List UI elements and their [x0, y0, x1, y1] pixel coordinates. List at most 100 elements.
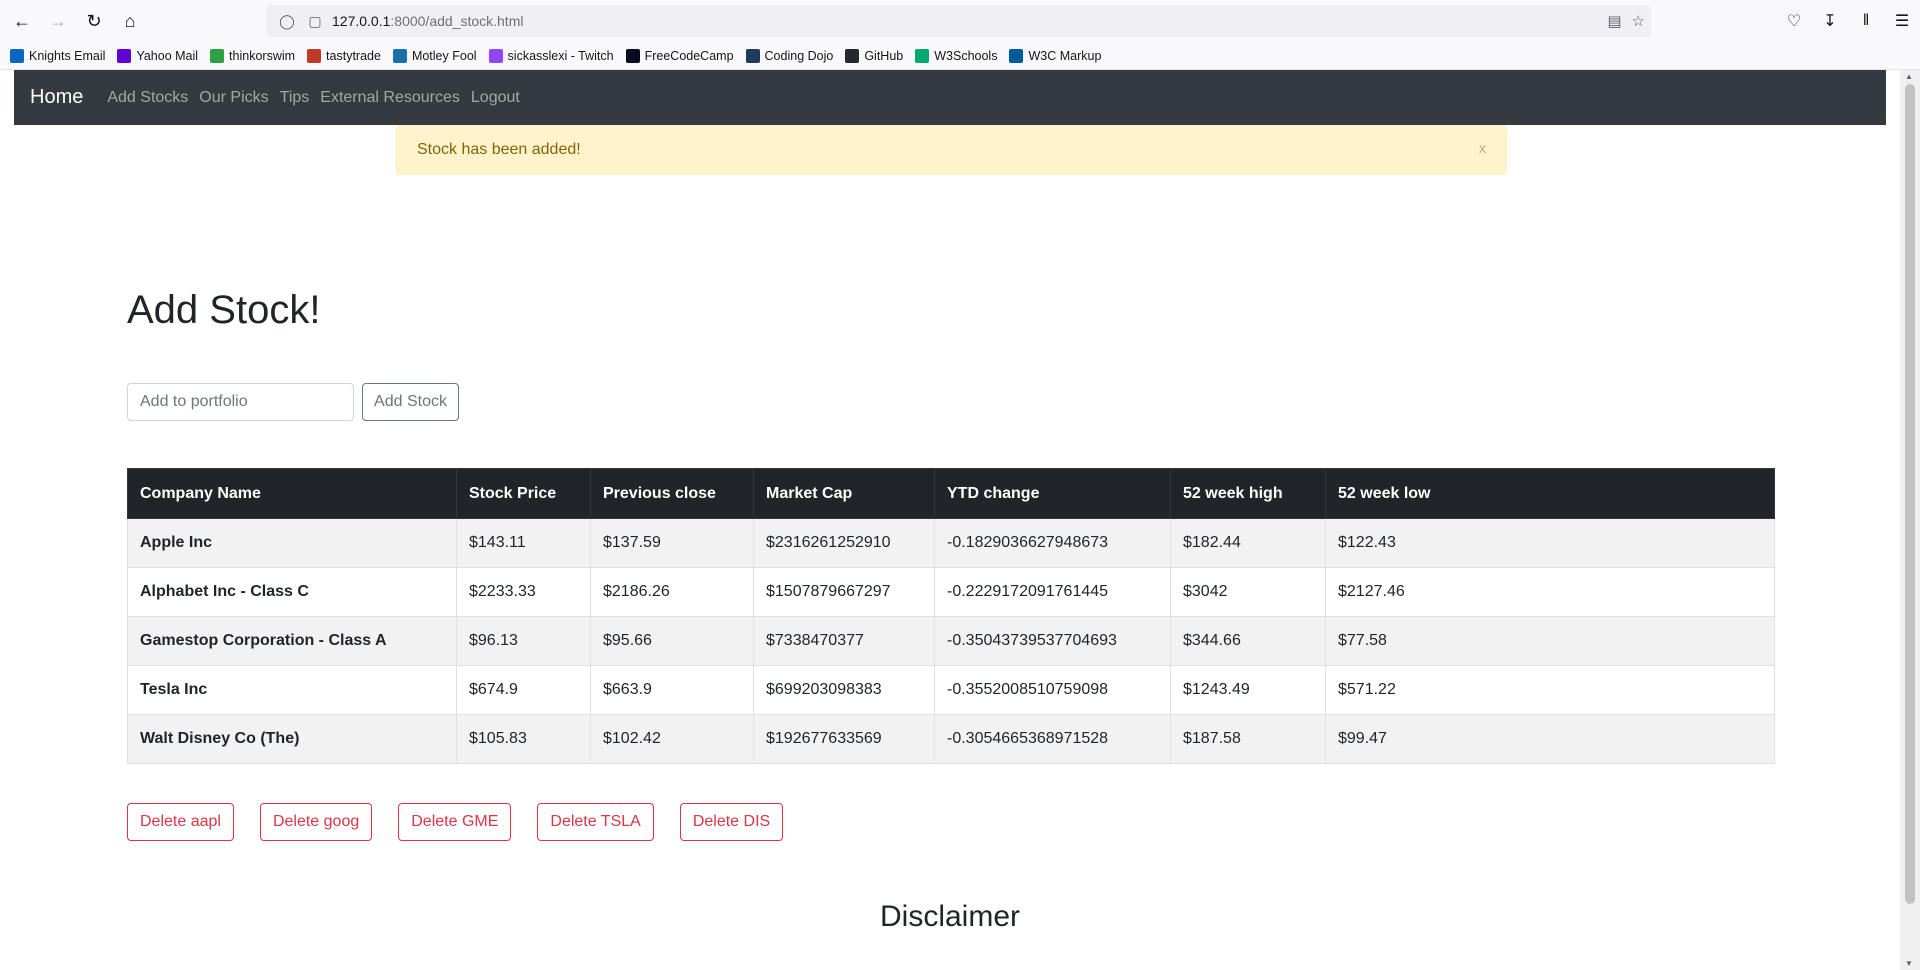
nav-link-logout[interactable]: Logout — [471, 89, 520, 107]
header-52-week-high: 52 week high — [1170, 468, 1326, 519]
header-company-name: Company Name — [127, 468, 457, 519]
bookmark-item[interactable]: thinkorswim — [210, 48, 296, 63]
page-title: Add Stock! — [127, 288, 321, 332]
alert-close-button[interactable]: x — [1479, 140, 1486, 156]
delete-gme-button[interactable]: Delete GME — [398, 803, 512, 841]
table-row: Tesla Inc $674.9 $663.9 $699203098383 -0… — [127, 665, 1775, 715]
scroll-up-icon[interactable]: ▲ — [1905, 72, 1913, 81]
cell-market-cap: $1507879667297 — [753, 567, 935, 617]
home-icon[interactable]: ⌂ — [112, 3, 148, 39]
bookmark-favicon-icon — [307, 48, 322, 63]
bookmark-item[interactable]: Yahoo Mail — [117, 48, 199, 63]
cell-52-high: $1243.49 — [1170, 665, 1326, 715]
navbar-brand-home[interactable]: Home — [30, 86, 83, 109]
page-icon[interactable]: ▢ — [304, 10, 326, 32]
cell-52-high: $3042 — [1170, 567, 1326, 617]
bookmark-item[interactable]: W3Schools — [915, 48, 997, 63]
cell-52-high: $187.58 — [1170, 714, 1326, 764]
cell-price: $143.11 — [456, 518, 591, 568]
bookmark-item[interactable]: tastytrade — [307, 48, 381, 63]
bookmark-label: Motley Fool — [411, 48, 477, 63]
bookmark-favicon-icon — [745, 48, 760, 63]
browser-toolbar: ← → ↻ ⌂ ◯ ▢ 127.0.0.1:8000/add_stock.htm… — [0, 0, 1920, 42]
cell-52-high: $344.66 — [1170, 616, 1326, 666]
cell-company: Tesla Inc — [127, 665, 457, 715]
cell-52-low: $2127.46 — [1325, 567, 1775, 617]
menu-icon[interactable]: ☰ — [1884, 3, 1920, 39]
alert-message: Stock has been added! — [417, 141, 581, 158]
bookmark-label: tastytrade — [326, 48, 381, 63]
header-market-cap: Market Cap — [753, 468, 935, 519]
cell-prev-close: $2186.26 — [590, 567, 754, 617]
bookmark-label: GitHub — [864, 48, 904, 63]
cell-52-high: $182.44 — [1170, 518, 1326, 568]
cell-market-cap: $699203098383 — [753, 665, 935, 715]
bookmark-item[interactable]: W3C Markup — [1009, 48, 1101, 63]
shield-icon[interactable]: ◯ — [276, 10, 298, 32]
delete-dis-button[interactable]: Delete DIS — [679, 803, 784, 841]
header-previous-close: Previous close — [590, 468, 754, 519]
scroll-down-icon[interactable]: ▼ — [1905, 959, 1913, 968]
cell-ytd-change: -0.3054665368971528 — [934, 714, 1171, 764]
bookmarks-bar: Knights Email Yahoo Mail thinkorswim tastyt… — [0, 42, 1920, 70]
cell-price: $105.83 — [456, 714, 591, 764]
header-52-week-low: 52 week low — [1325, 468, 1775, 519]
download-icon[interactable]: ↧ — [1812, 3, 1848, 39]
table-header-row: Company Name Stock Price Previous close … — [127, 468, 1775, 519]
library-icon[interactable]: ‖ — [1848, 3, 1884, 39]
bookmark-favicon-icon — [488, 48, 503, 63]
url-path: :8000/add_stock.html — [390, 13, 524, 29]
cell-52-low: $122.43 — [1325, 518, 1775, 568]
bookmark-item[interactable]: sickasslexi - Twitch — [488, 48, 614, 63]
back-icon[interactable]: ← — [4, 3, 40, 39]
navbar: Home Add Stocks Our Picks Tips External … — [14, 70, 1886, 125]
pocket-icon[interactable]: ♡ — [1776, 3, 1812, 39]
stocks-table: Company Name Stock Price Previous close … — [127, 468, 1775, 764]
bookmark-favicon-icon — [625, 48, 640, 63]
cell-ytd-change: -0.35043739537704693 — [934, 616, 1171, 666]
bookmark-favicon-icon — [117, 48, 132, 63]
delete-tsla-button[interactable]: Delete TSLA — [537, 803, 654, 841]
nav-link-add-stocks[interactable]: Add Stocks — [107, 89, 188, 107]
cell-price: $674.9 — [456, 665, 591, 715]
bookmark-label: Coding Dojo — [764, 48, 834, 63]
cell-52-low: $571.22 — [1325, 665, 1775, 715]
cell-market-cap: $7338470377 — [753, 616, 935, 666]
bookmark-favicon-icon — [10, 48, 24, 63]
table-row: Alphabet Inc - Class C $2233.33 $2186.26… — [127, 567, 1775, 617]
nav-link-tips[interactable]: Tips — [280, 89, 310, 107]
reader-view-icon[interactable]: ▤ — [1607, 12, 1621, 30]
bookmark-label: Knights Email — [29, 48, 106, 63]
delete-aapl-button[interactable]: Delete aapl — [127, 803, 234, 841]
success-alert: Stock has been added! x — [396, 125, 1507, 175]
bookmark-item[interactable]: FreeCodeCamp — [625, 48, 734, 63]
add-stock-button[interactable]: Add Stock — [362, 383, 459, 421]
bookmark-favicon-icon — [915, 48, 930, 63]
cell-prev-close: $137.59 — [590, 518, 754, 568]
cell-ytd-change: -0.2229172091761445 — [934, 567, 1171, 617]
bookmark-item[interactable]: Coding Dojo — [745, 48, 834, 63]
forward-icon[interactable]: → — [40, 3, 76, 39]
bookmark-label: thinkorswim — [229, 48, 296, 63]
table-row: Gamestop Corporation - Class A $96.13 $9… — [127, 616, 1775, 666]
scrollbar-thumb[interactable] — [1905, 84, 1915, 904]
stock-symbol-input[interactable] — [127, 383, 354, 421]
delete-goog-button[interactable]: Delete goog — [259, 803, 373, 841]
cell-market-cap: $192677633569 — [753, 714, 935, 764]
reload-icon[interactable]: ↻ — [76, 3, 112, 39]
url-bar[interactable]: ◯ ▢ 127.0.0.1:8000/add_stock.html ▤ ☆ — [266, 5, 1651, 37]
header-ytd-change: YTD change — [934, 468, 1171, 519]
bookmark-item[interactable]: GitHub — [845, 48, 904, 63]
bookmark-label: Yahoo Mail — [136, 48, 199, 63]
nav-link-external-resources[interactable]: External Resources — [320, 89, 460, 107]
nav-link-our-picks[interactable]: Our Picks — [199, 89, 268, 107]
page: Home Add Stocks Our Picks Tips External … — [14, 70, 1886, 970]
cell-company: Apple Inc — [127, 518, 457, 568]
page-scrollbar[interactable]: ▲ ▼ — [1900, 70, 1920, 970]
cell-company: Gamestop Corporation - Class A — [127, 616, 457, 666]
header-stock-price: Stock Price — [456, 468, 591, 519]
bookmark-star-icon[interactable]: ☆ — [1632, 12, 1645, 30]
bookmark-item[interactable]: Motley Fool — [392, 48, 477, 63]
bookmark-item[interactable]: Knights Email — [10, 48, 106, 63]
table-row: Apple Inc $143.11 $137.59 $2316261252910… — [127, 518, 1775, 568]
